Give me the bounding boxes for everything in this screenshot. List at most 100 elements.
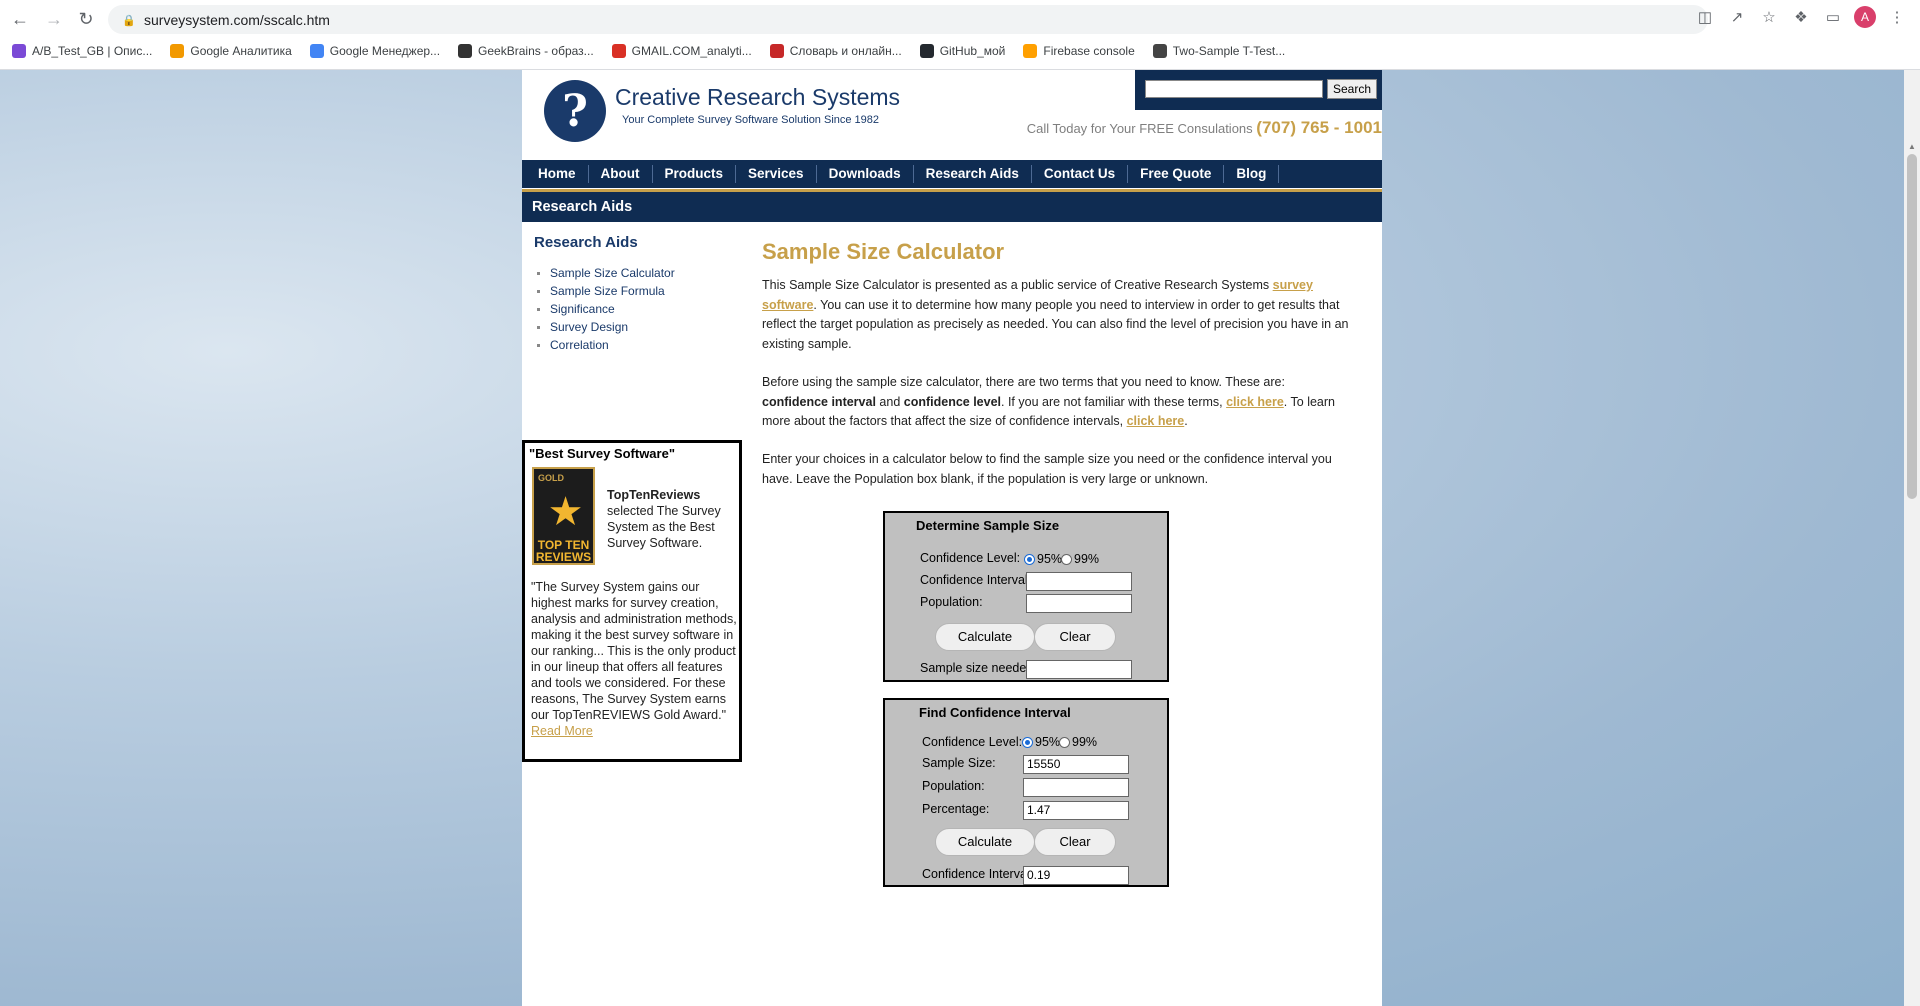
logo-name[interactable]: Creative Research Systems	[615, 84, 900, 111]
calc1-calculate-button[interactable]: Calculate	[935, 623, 1035, 651]
bookmark-label: GMAIL.COM_analyti...	[631, 44, 752, 58]
bullet-icon	[537, 325, 540, 329]
sidebar-item-correlation[interactable]: Correlation	[537, 336, 675, 354]
sidebar-item-sample-size-calculator[interactable]: Sample Size Calculator	[537, 264, 675, 282]
bookmark-item[interactable]: Словарь и онлайн...	[769, 44, 902, 58]
nav-item-free-quote[interactable]: Free Quote	[1128, 165, 1225, 183]
call-text: Call Today for Your FREE Consulations	[1026, 121, 1253, 136]
profile-avatar[interactable]: A	[1854, 6, 1876, 28]
address-bar[interactable]: 🔒 surveysystem.com/sscalc.htm	[108, 5, 1708, 34]
star-icon[interactable]: ☆	[1758, 6, 1780, 28]
bookmark-item[interactable]: Two-Sample T-Test...	[1152, 44, 1286, 58]
bookmark-label: Two-Sample T-Test...	[1172, 44, 1286, 58]
forward-icon[interactable]: →	[40, 5, 68, 33]
address-row: ← → ↻ 🔒 surveysystem.com/sscalc.htm ◫ ↗ …	[0, 0, 1920, 38]
browser-toolbar: ← → ↻ 🔒 surveysystem.com/sscalc.htm ◫ ↗ …	[0, 0, 1920, 70]
calc2-population-input[interactable]	[1023, 778, 1129, 797]
radio-unselected-icon[interactable]	[1061, 553, 1072, 565]
sidebar-item-survey-design[interactable]: Survey Design	[537, 318, 675, 336]
calc2-radio-95[interactable]: 95%	[1022, 735, 1060, 749]
nav-item-services[interactable]: Services	[736, 165, 817, 183]
bookmark-item[interactable]: Google Аналитика	[170, 44, 292, 58]
scroll-thumb[interactable]	[1907, 154, 1917, 499]
calc1-confidence-interval-label: Confidence Interval:	[920, 573, 1032, 587]
calc2-result-label: Confidence Interval:	[922, 867, 1034, 881]
calc2-calculate-button[interactable]: Calculate	[935, 828, 1035, 856]
nav-item-downloads[interactable]: Downloads	[817, 165, 914, 183]
search-button[interactable]: Search	[1327, 79, 1377, 99]
logo-icon[interactable]: ?	[544, 80, 606, 142]
sidebar-item-label: Significance	[550, 302, 615, 316]
url-text: surveysystem.com/sscalc.htm	[144, 11, 330, 28]
award-summary: TopTenReviews selected The Survey System…	[607, 487, 737, 551]
nav-item-home[interactable]: Home	[526, 165, 589, 183]
nav-item-blog[interactable]: Blog	[1224, 165, 1280, 183]
radio-selected-icon[interactable]	[1024, 553, 1035, 565]
reload-icon[interactable]: ↻	[72, 5, 100, 33]
calc2-percentage-label: Percentage:	[922, 802, 990, 816]
terms-text-and: and	[875, 394, 904, 409]
sidepanel-icon[interactable]: ▭	[1822, 6, 1844, 28]
bookmark-label: Словарь и онлайн...	[789, 44, 902, 58]
calc1-confidence-interval-input[interactable]	[1026, 572, 1132, 591]
click-here-link-1[interactable]: click here	[1226, 395, 1284, 409]
confidence-interval-calculator: Find Confidence Interval Confidence Leve…	[883, 698, 1169, 887]
bookmark-item[interactable]: GeekBrains - образ...	[458, 44, 594, 58]
logo-tagline: Your Complete Survey Software Solution S…	[622, 114, 880, 126]
sidebar-list: Sample Size Calculator Sample Size Formu…	[537, 264, 675, 354]
nav-item-products[interactable]: Products	[653, 165, 737, 183]
read-more-link[interactable]: Read More	[531, 724, 593, 738]
main-nav: Home About Products Services Downloads Resear…	[522, 160, 1382, 188]
translate-icon[interactable]: ◫	[1694, 6, 1716, 28]
tag-manager-icon	[309, 44, 324, 58]
calc1-clear-button[interactable]: Clear	[1034, 623, 1116, 651]
calc1-radio-99[interactable]: 99%	[1061, 552, 1099, 566]
scroll-up-icon[interactable]: ▲	[1907, 142, 1917, 152]
search-input[interactable]	[1145, 80, 1323, 98]
calc1-radio-95[interactable]: 95%	[1024, 552, 1062, 566]
bookmark-item[interactable]: Google Менеджер...	[309, 44, 440, 58]
radio-unselected-icon[interactable]	[1059, 736, 1070, 748]
bookmark-item[interactable]: Firebase console	[1023, 44, 1135, 58]
calc1-population-label: Population:	[920, 595, 983, 609]
extensions-icon[interactable]: ❖	[1790, 6, 1812, 28]
nav-item-research-aids[interactable]: Research Aids	[914, 165, 1032, 183]
calc1-population-input[interactable]	[1026, 594, 1132, 613]
bookmarks-bar: A/B_Test_GB | Опис... Google Аналитика Goo…	[0, 40, 1920, 62]
calc2-sample-size-input[interactable]: 15550	[1023, 755, 1129, 774]
bookmark-item[interactable]: GMAIL.COM_analyti...	[611, 44, 752, 58]
badge-gold-label: GOLD	[538, 473, 564, 483]
scrollbar[interactable]: ▲	[1904, 70, 1920, 1006]
bullet-icon	[537, 343, 540, 347]
bookmark-item[interactable]: A/B_Test_GB | Опис...	[12, 44, 152, 58]
calc2-radio-99[interactable]: 99%	[1059, 735, 1097, 749]
instructions-paragraph: Enter your choices in a calculator below…	[762, 452, 1332, 486]
calc2-result-input[interactable]: 0.19	[1023, 866, 1129, 885]
share-icon[interactable]: ↗	[1726, 6, 1748, 28]
sidebar-item-label: Sample Size Formula	[550, 284, 665, 298]
calc1-result-input[interactable]	[1026, 660, 1132, 679]
bookmark-item[interactable]: GitHub_мой	[919, 44, 1005, 58]
calc2-clear-button[interactable]: Clear	[1034, 828, 1116, 856]
nav-item-about[interactable]: About	[589, 165, 653, 183]
page-title: Sample Size Calculator	[762, 239, 1005, 264]
nav-item-contact-us[interactable]: Contact Us	[1032, 165, 1129, 183]
analytics-icon	[170, 44, 185, 58]
award-quote: "The Survey System gains our highest mar…	[531, 579, 737, 739]
search-box: Search	[1135, 70, 1382, 110]
terms-text-e: .	[1184, 414, 1188, 428]
sidebar-item-label: Sample Size Calculator	[550, 266, 675, 280]
call-line: Call Today for Your FREE Consulations (7…	[1027, 118, 1382, 138]
phone-number: (707) 765 - 1001	[1256, 118, 1382, 137]
radio-selected-icon[interactable]	[1022, 736, 1033, 748]
click-here-link-2[interactable]: click here	[1127, 414, 1185, 428]
sidebar-item-sample-size-formula[interactable]: Sample Size Formula	[537, 282, 675, 300]
menu-icon[interactable]: ⋮	[1886, 6, 1908, 28]
award-box: "Best Survey Software" GOLD ★ TOP TEN RE…	[522, 440, 742, 762]
calc2-confidence-level-label: Confidence Level:	[922, 735, 1023, 749]
firebase-icon	[1023, 44, 1038, 58]
calc2-percentage-input[interactable]: 1.47	[1023, 801, 1129, 820]
back-icon[interactable]: ←	[6, 5, 34, 33]
intro-text-a: This Sample Size Calculator is presented…	[762, 278, 1273, 292]
sidebar-item-significance[interactable]: Significance	[537, 300, 675, 318]
